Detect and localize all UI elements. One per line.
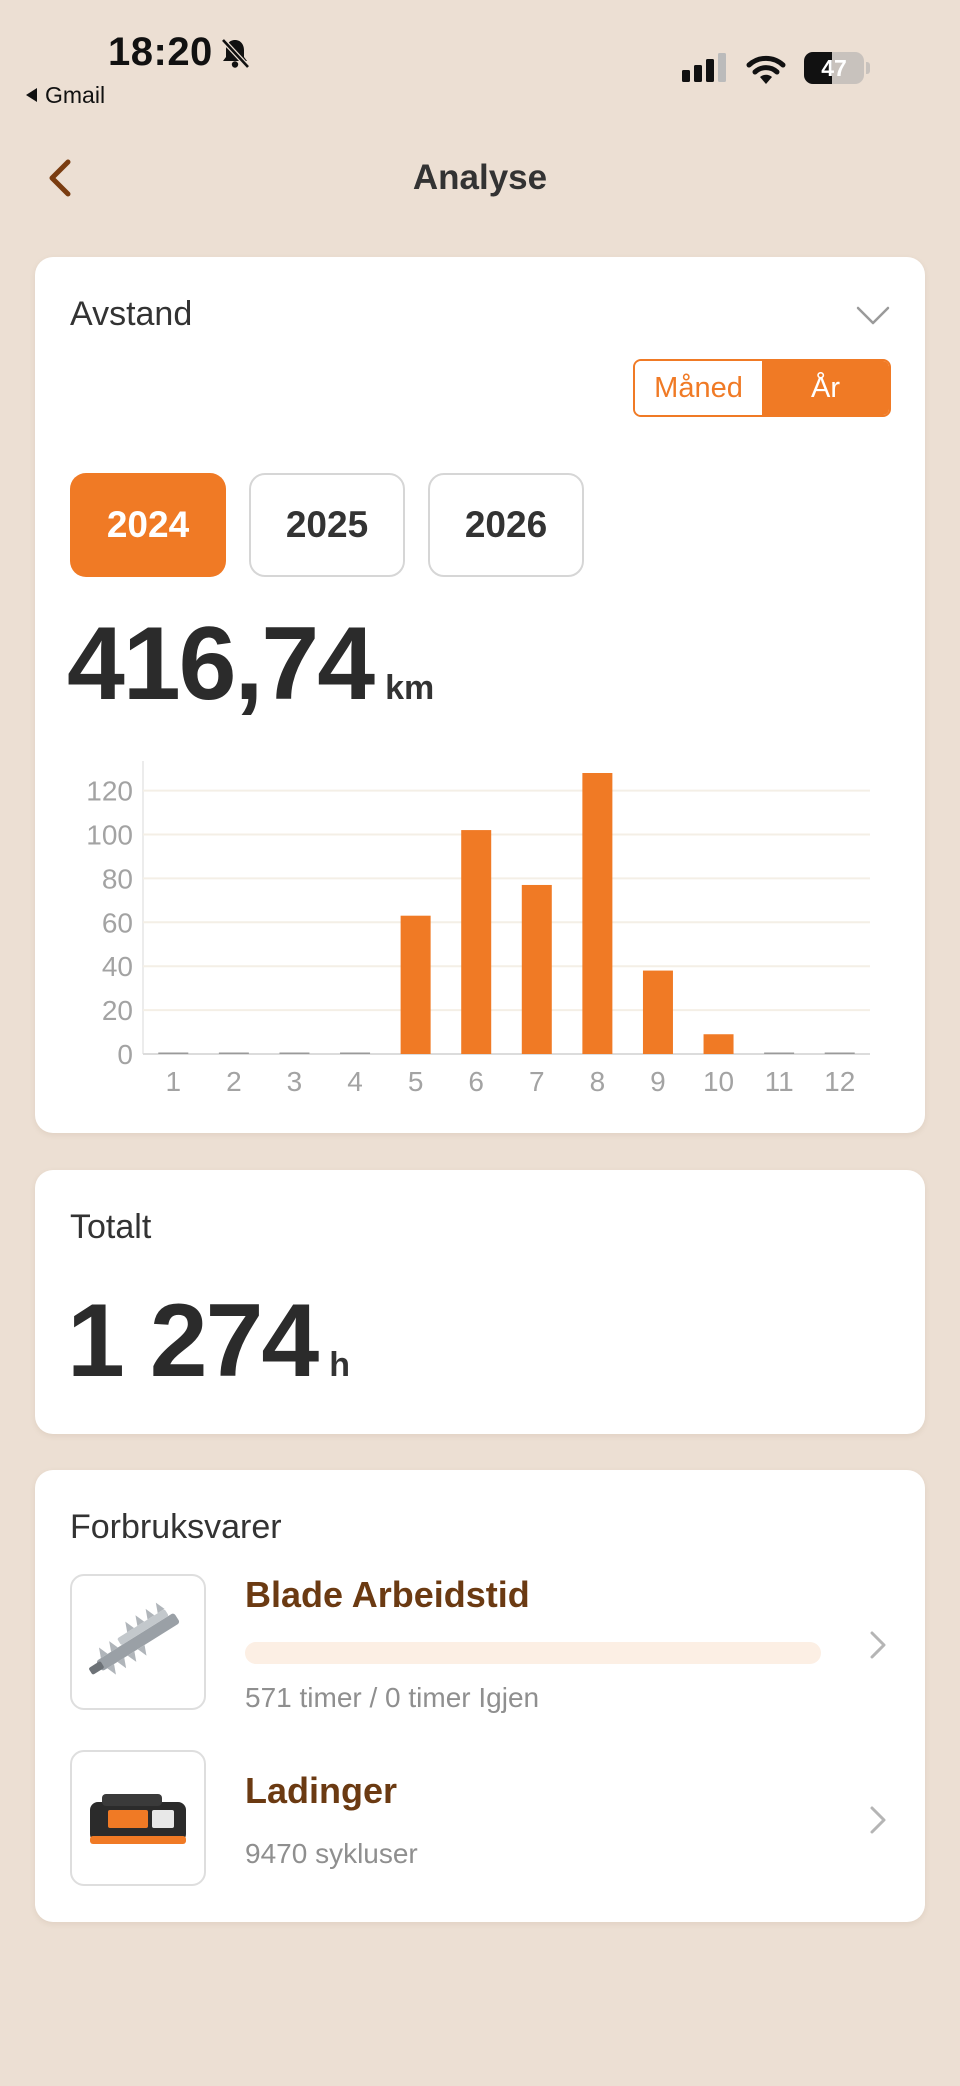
y-tick-label: 80 [102,863,133,894]
bar [764,1052,795,1054]
bar [582,773,613,1054]
total-unit: h [329,1346,351,1384]
blade-progress-bar [245,1642,821,1664]
x-tick-label: 1 [166,1066,182,1097]
distance-bar-chart: 0204060801001201 2 3 4 5 6 7 8 9 10 11 12 [86,761,870,1097]
x-tick-label: 3 [287,1066,303,1097]
chevron-right-icon [870,1631,886,1659]
wifi-icon [746,55,786,84]
battery-pack-icon [70,1750,206,1886]
distance-card: Avstand Måned År 2024 2025 2026 416,74 k… [35,257,925,1133]
total-card: Totalt 1 274 h [35,1170,925,1434]
total-title: Totalt [70,1208,152,1246]
hedge-blade-icon [70,1574,206,1710]
consumables-title: Forbruksvarer [70,1508,282,1546]
back-app-label: Gmail [45,82,106,108]
y-tick-label: 20 [102,995,133,1026]
x-tick-label: 9 [650,1066,666,1097]
page-title: Analyse [412,158,548,197]
bar [218,1052,249,1054]
status-time: 18:20 [108,30,213,74]
item-title: Blade Arbeidstid [245,1574,530,1615]
y-tick-label: 40 [102,951,133,982]
consumables-card: Forbruksvarer Blade Arbeidstid 571 timer… [35,1470,925,1922]
x-tick-label: 12 [824,1066,855,1097]
total-value: 1 274 h [67,1282,350,1401]
y-tick-label: 60 [102,907,133,938]
x-tick-label: 7 [529,1066,545,1097]
bar [824,1052,855,1054]
back-triangle-icon [26,87,37,102]
item-subtitle: 571 timer / 0 timer Igjen [245,1682,540,1713]
x-tick-label: 5 [408,1066,424,1097]
x-tick-label: 8 [590,1066,606,1097]
cellular-signal-icon [682,53,726,82]
x-tick-label: 6 [468,1066,484,1097]
bar [279,1052,310,1054]
y-tick-label: 0 [117,1039,133,1070]
battery-level: 47 [821,55,847,81]
battery-icon: 47 [804,52,870,84]
bar [703,1034,734,1054]
total-number: 1 274 [67,1283,319,1399]
back-to-app-link[interactable]: Gmail [26,82,105,109]
x-tick-label: 4 [347,1066,363,1097]
bar [400,915,431,1054]
x-tick-label: 11 [765,1066,794,1097]
bar [158,1052,189,1054]
bar [642,970,673,1054]
bar [521,884,552,1054]
item-subtitle: 9470 sykluser [245,1838,418,1869]
x-tick-label: 10 [703,1066,734,1097]
y-tick-label: 100 [86,819,133,850]
bar [461,830,492,1054]
x-tick-label: 2 [226,1066,242,1097]
chevron-right-icon [870,1806,886,1834]
item-title: Ladinger [245,1770,398,1811]
bar [340,1052,371,1054]
bell-slash-icon [221,38,250,69]
y-tick-label: 120 [86,776,133,807]
